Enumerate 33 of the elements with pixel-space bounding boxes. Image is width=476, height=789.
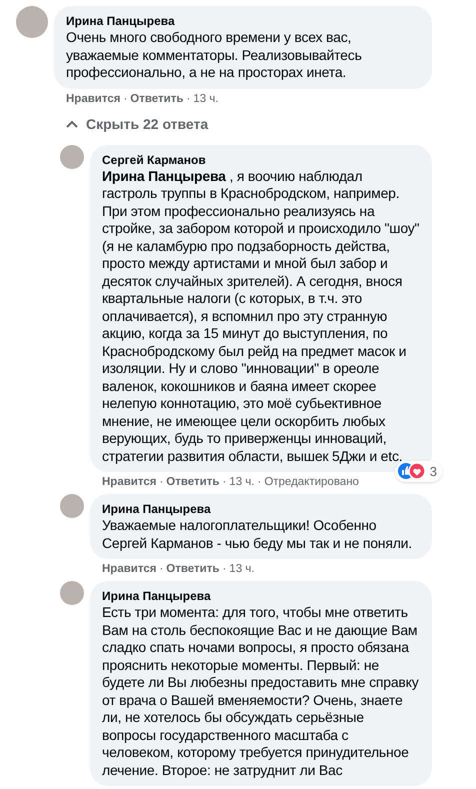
comment-text: Есть три момента: для того, чтобы мне ответить Вам на столь беспокоящие Вас и не дающие Вам сладко спать ночами вопросы, я просто обязана прояснить некоторые моменты. Первый: не будете ли Вы любезны предоставить мне справку от врача о Вашей вменяемости? Очень, знаете ли, не хотелось бы обсуждать серьёзные вопросы государственного масштаба с человеком, которому требуется принудительное лечение. Второе: не затруднит ли Вас <box>102 604 420 779</box>
timestamp[interactable]: 13 ч. <box>229 562 254 576</box>
separator: · <box>186 92 190 106</box>
author-name[interactable]: Ирина Панцырева <box>66 13 420 29</box>
separator: · <box>123 92 128 106</box>
action-link[interactable]: Нравится <box>102 562 156 576</box>
timestamp[interactable]: 13 ч. <box>193 92 218 106</box>
action-link[interactable]: Ответить <box>166 562 220 576</box>
avatar[interactable] <box>60 144 84 168</box>
separator: · <box>222 475 226 489</box>
reactions-icon <box>396 462 427 480</box>
author-name[interactable]: Ирина Панцырева <box>102 588 420 604</box>
action-link[interactable]: Нравится <box>66 92 120 106</box>
comment-text: Уважаемые налогоплательщики! Особенно Сергей Карманов - чью беду мы так и не поняли. <box>102 517 413 552</box>
separator: · <box>159 475 164 489</box>
chevron-up-icon <box>66 120 78 128</box>
action-link[interactable]: Ответить <box>166 475 220 489</box>
reaction-badge[interactable]: 3 <box>394 460 442 482</box>
action-link[interactable]: Нравится <box>102 475 156 489</box>
author-name[interactable]: Сергей Карманов <box>102 152 420 168</box>
reaction-count: 3 <box>428 462 438 480</box>
avatar[interactable] <box>60 494 84 518</box>
separator: · <box>257 475 262 489</box>
hide-replies-link[interactable]: Скрыть 22 ответа <box>66 114 208 134</box>
edited-label: Отредактировано <box>264 475 359 489</box>
avatar[interactable] <box>16 6 48 38</box>
action-link[interactable]: Ответить <box>130 92 184 106</box>
separator: · <box>222 562 226 576</box>
author-name[interactable]: Ирина Панцырева <box>102 501 420 517</box>
avatar[interactable] <box>60 581 84 605</box>
comment-text: Очень много свободного времени у всех вас, уважаемые комментаторы. Реализовывайтесь профессионально, а не на просторах инета. <box>66 29 363 82</box>
separator: · <box>159 562 164 576</box>
timestamp[interactable]: 13 ч. <box>229 475 254 489</box>
